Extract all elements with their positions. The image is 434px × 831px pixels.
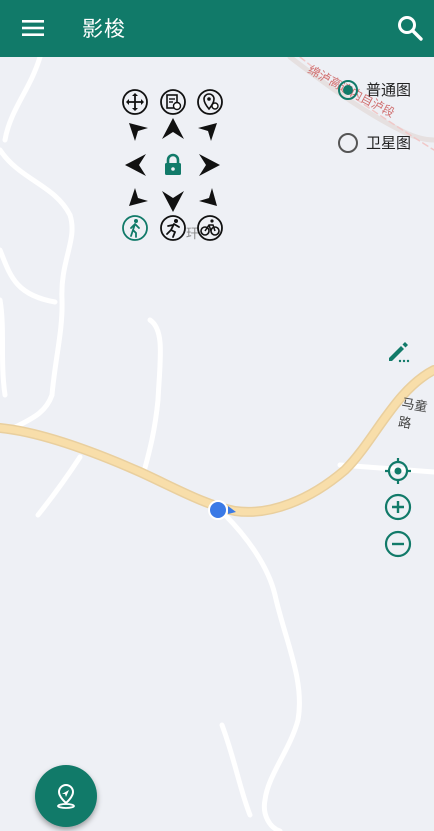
map-type-satellite-option[interactable]: 卫星图 — [338, 132, 411, 153]
location-settings-icon[interactable] — [196, 88, 224, 116]
map-view[interactable]: 绵泸高速内自泸段 马童路 玕 普通图 卫星图 — [0, 57, 434, 831]
menu-icon[interactable] — [20, 15, 46, 41]
map-type-satellite-label: 卫星图 — [366, 134, 412, 152]
start-simulation-button[interactable] — [35, 765, 97, 827]
run-mode-icon[interactable] — [159, 214, 187, 242]
location-marker-icon — [208, 500, 236, 520]
road-label-right: 马童路 — [396, 396, 429, 433]
history-icon[interactable] — [159, 88, 187, 116]
map-type-normal-option[interactable]: 普通图 — [338, 79, 411, 100]
map-type-normal-label: 普通图 — [366, 81, 412, 99]
arrow-down-left-icon[interactable] — [124, 183, 152, 211]
radio-satellite[interactable] — [338, 132, 358, 153]
arrow-right-icon[interactable] — [196, 151, 224, 179]
app-title: 影梭 — [82, 17, 126, 41]
arrow-left-icon[interactable] — [121, 151, 149, 179]
edit-icon[interactable] — [386, 338, 412, 364]
arrow-up-left-icon[interactable] — [124, 118, 152, 146]
app-bar: 影梭 — [0, 0, 434, 57]
walk-mode-icon[interactable] — [121, 214, 149, 242]
search-icon[interactable] — [396, 14, 424, 42]
radio-normal[interactable] — [338, 79, 358, 100]
bike-mode-icon[interactable] — [196, 214, 224, 242]
my-location-icon[interactable] — [384, 457, 412, 485]
location-pin-icon — [57, 783, 75, 809]
arrow-up-right-icon[interactable] — [194, 118, 222, 146]
move-mode-icon[interactable] — [121, 88, 149, 116]
arrow-down-icon[interactable] — [159, 187, 187, 215]
zoom-out-icon[interactable] — [384, 530, 412, 558]
zoom-in-icon[interactable] — [384, 493, 412, 521]
arrow-down-right-icon[interactable] — [194, 183, 222, 211]
arrow-up-icon[interactable] — [159, 115, 187, 143]
lock-icon[interactable] — [159, 151, 187, 179]
